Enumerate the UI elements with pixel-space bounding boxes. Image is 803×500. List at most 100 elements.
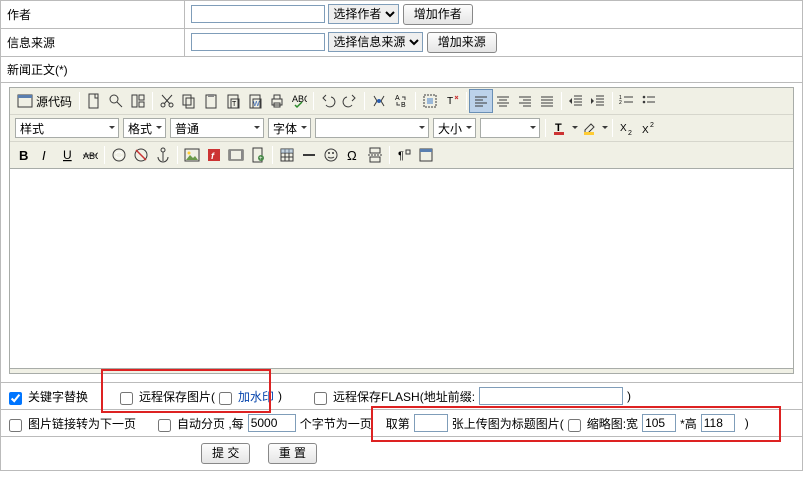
source-code-button[interactable]: 源代码 (13, 90, 76, 112)
keyword-replace-label: 关键字替换 (28, 388, 88, 405)
watermark-link[interactable]: 加水印 (238, 388, 274, 405)
table-icon[interactable] (276, 144, 298, 166)
attachment-icon[interactable]: + (247, 144, 269, 166)
submit-button[interactable]: 提 交 (201, 443, 250, 464)
reset-button[interactable]: 重 置 (268, 443, 317, 464)
paste-text-icon[interactable]: T (222, 90, 244, 112)
thumb-height-input[interactable] (701, 414, 735, 432)
image-icon[interactable] (181, 144, 203, 166)
img-link-next-checkbox[interactable] (9, 419, 22, 432)
special-char-icon[interactable]: Ω (342, 144, 364, 166)
source-select[interactable]: 选择信息来源 (328, 32, 423, 52)
copy-icon[interactable] (178, 90, 200, 112)
print-icon[interactable] (266, 90, 288, 112)
anchor-icon[interactable] (152, 144, 174, 166)
editor-toolbar: 源代码 T W ABÇ AB T (9, 87, 794, 169)
preview-icon[interactable] (105, 90, 127, 112)
source-cell: 选择信息来源 增加来源 (185, 29, 803, 57)
toolbar-row-1: 源代码 T W ABÇ AB T (10, 88, 793, 114)
img-link-next-label: 图片链接转为下一页 (28, 415, 136, 432)
maximize-icon[interactable] (415, 144, 437, 166)
svg-text:I: I (42, 148, 46, 163)
author-select[interactable]: 选择作者 (328, 4, 399, 24)
undo-icon[interactable] (317, 90, 339, 112)
style-combo[interactable]: 样式 (15, 118, 119, 138)
remote-save-img-checkbox[interactable] (120, 392, 133, 405)
bold-icon[interactable]: B (13, 144, 35, 166)
svg-text:W: W (253, 101, 260, 108)
format-value-combo[interactable]: 普通 (170, 118, 264, 138)
remote-save-flash-checkbox[interactable] (314, 392, 327, 405)
toolbar-row-3: B I U ABC f + Ω ¶ (10, 141, 793, 168)
font-value-combo[interactable] (315, 118, 429, 138)
underline-icon[interactable]: U (57, 144, 79, 166)
author-input[interactable] (191, 5, 325, 23)
italic-icon[interactable]: I (35, 144, 57, 166)
page-break-icon[interactable] (364, 144, 386, 166)
superscript-icon[interactable]: X2 (638, 117, 660, 139)
thumb-width-input[interactable] (642, 414, 676, 432)
watermark-checkbox[interactable] (219, 392, 232, 405)
add-author-button[interactable]: 增加作者 (403, 4, 473, 25)
thumb-checkbox[interactable] (568, 419, 581, 432)
font-label-combo[interactable]: 字体 (268, 118, 311, 138)
take-nth-prefix: 取第 (386, 415, 410, 432)
flash-prefix-input[interactable] (479, 387, 623, 405)
svg-text:Ω: Ω (347, 148, 357, 163)
remote-save-flash-label: 远程保存FLASH(地址前缀: (333, 388, 475, 405)
svg-text:2: 2 (628, 130, 632, 136)
bg-color-icon[interactable] (579, 117, 601, 139)
bullet-list-icon[interactable] (638, 90, 660, 112)
svg-text:X: X (620, 123, 627, 134)
editor-content-area[interactable] (9, 169, 794, 369)
options-row-2: 图片链接转为下一页 自动分页 ,每 个字节为一页 取第 张上传图为标题图片( 缩… (0, 410, 803, 437)
align-center-icon[interactable] (492, 90, 514, 112)
remote-save-img-label: 远程保存图片( (139, 388, 215, 405)
new-page-icon[interactable] (83, 90, 105, 112)
align-justify-icon[interactable] (536, 90, 558, 112)
spellcheck-icon[interactable]: ABÇ (288, 90, 310, 112)
hr-icon[interactable] (298, 144, 320, 166)
find-icon[interactable] (368, 90, 390, 112)
indent-icon[interactable] (587, 90, 609, 112)
subscript-icon[interactable]: X2 (616, 117, 638, 139)
source-input[interactable] (191, 33, 325, 51)
svg-text:T: T (447, 96, 453, 107)
remove-format-icon[interactable]: T (441, 90, 463, 112)
size-value-combo[interactable] (480, 118, 540, 138)
auto-page-bytes-input[interactable] (248, 414, 296, 432)
strike-icon[interactable]: ABC (79, 144, 101, 166)
outdent-icon[interactable] (565, 90, 587, 112)
keyword-replace-checkbox[interactable] (9, 392, 22, 405)
align-right-icon[interactable] (514, 90, 536, 112)
bg-color-dropdown[interactable] (601, 124, 609, 132)
align-left-icon[interactable] (470, 90, 492, 112)
smiley-icon[interactable] (320, 144, 342, 166)
take-nth-suffix: 张上传图为标题图片( (452, 415, 564, 432)
add-source-button[interactable]: 增加来源 (427, 32, 497, 53)
svg-text:U: U (63, 148, 72, 162)
show-blocks-icon[interactable]: ¶ (393, 144, 415, 166)
flash-icon[interactable]: f (203, 144, 225, 166)
paste-word-icon[interactable]: W (244, 90, 266, 112)
format-label-combo[interactable]: 格式 (123, 118, 166, 138)
auto-page-suffix: 个字节为一页 (300, 415, 372, 432)
author-label: 作者 (1, 1, 185, 29)
text-color-icon[interactable]: T (549, 117, 571, 139)
templates-icon[interactable] (127, 90, 149, 112)
numbered-list-icon[interactable]: 12 (616, 90, 638, 112)
auto-page-checkbox[interactable] (158, 419, 171, 432)
unlink-icon[interactable] (130, 144, 152, 166)
toolbar-row-2: 样式 格式 普通 字体 大小 T X2 X2 (10, 114, 793, 141)
select-all-icon[interactable] (419, 90, 441, 112)
cut-icon[interactable] (156, 90, 178, 112)
replace-icon[interactable]: AB (390, 90, 412, 112)
redo-icon[interactable] (339, 90, 361, 112)
paste-icon[interactable] (200, 90, 222, 112)
media-icon[interactable] (225, 144, 247, 166)
link-icon[interactable] (108, 144, 130, 166)
size-label-combo[interactable]: 大小 (433, 118, 476, 138)
text-color-dropdown[interactable] (571, 124, 579, 132)
svg-text:B: B (401, 102, 406, 109)
take-nth-input[interactable] (414, 414, 448, 432)
